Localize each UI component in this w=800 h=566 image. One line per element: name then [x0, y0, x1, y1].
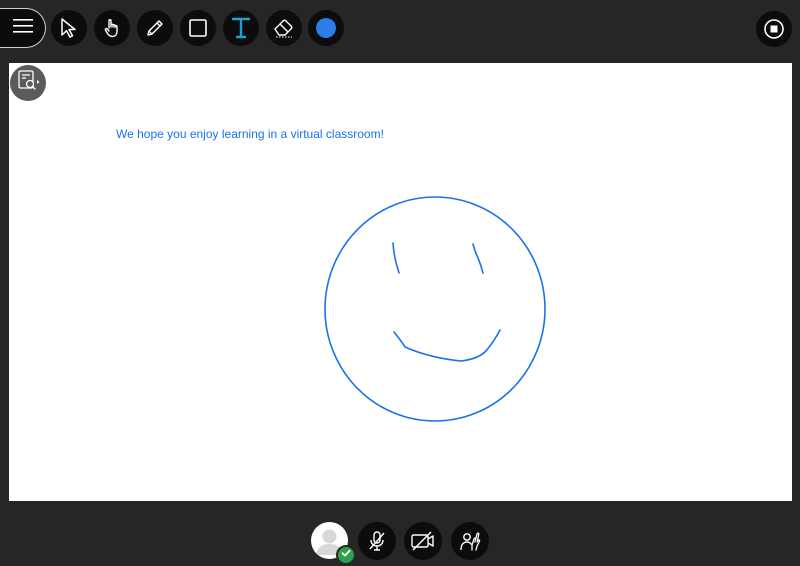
microphone-button[interactable]	[358, 522, 396, 560]
checkmark-icon	[340, 546, 352, 564]
canvas-text: We hope you enjoy learning in a virtual …	[116, 127, 384, 141]
canvas-tools-button[interactable]	[10, 65, 46, 101]
camera-off-icon	[410, 529, 436, 553]
bottom-controls	[0, 506, 800, 566]
raise-hand-button[interactable]	[451, 522, 489, 560]
mic-off-icon	[365, 529, 389, 553]
smiley-right-eye	[472, 243, 484, 274]
camera-button[interactable]	[404, 522, 442, 560]
whiteboard-drawing	[324, 196, 546, 422]
smiley-mouth	[393, 329, 501, 362]
canvas-tools-icon	[15, 68, 41, 99]
smiley-face-drawing	[324, 196, 546, 422]
smiley-face-outline	[324, 196, 546, 422]
status-badge	[336, 545, 356, 565]
smiley-left-eye	[392, 242, 400, 274]
raise-hand-icon	[458, 529, 482, 553]
